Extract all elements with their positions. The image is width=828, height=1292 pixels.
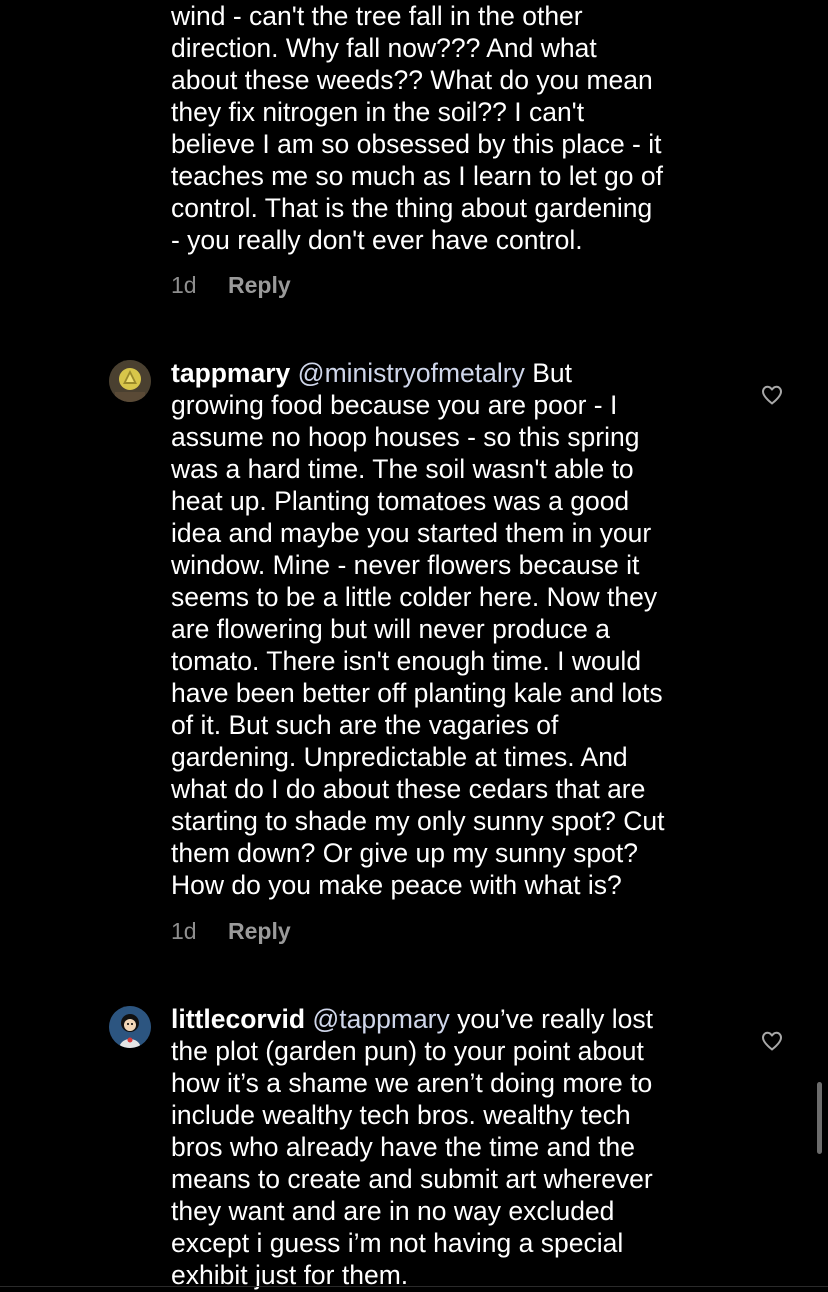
comment-line: window. Mine - never flowers because it: [171, 550, 640, 580]
comment-line: means to create and submit art wherever: [171, 1164, 653, 1194]
comment-line: include wealthy tech bros. wealthy tech: [171, 1100, 631, 1130]
comment-line: what do I do about these cedars that are: [171, 774, 646, 804]
comment-line: are flowering but will never produce a: [171, 614, 610, 644]
comment-line: gardening. Unpredictable at times. And: [171, 742, 628, 772]
comment-line: control. That is the thing about gardeni…: [171, 193, 653, 223]
like-button[interactable]: [760, 1029, 784, 1053]
comment-line: - you really don't ever have control.: [171, 225, 583, 255]
comment-line: bros who already have the time and the: [171, 1132, 636, 1162]
comment-username[interactable]: tappmary: [171, 358, 290, 388]
avatar[interactable]: [109, 360, 151, 402]
comment-line: them down? Or give up my sunny spot?: [171, 838, 638, 868]
like-button[interactable]: [760, 383, 784, 407]
comment-meta: 1d Reply: [171, 272, 291, 299]
comment-text: wind - can't the tree fall in the other …: [171, 0, 731, 256]
comment-line: tomato. There isn't enough time. I would: [171, 646, 642, 676]
comment-first-line: tappmary @ministryofmetalry But: [171, 357, 731, 389]
comment-line: believe I am so obsessed by this place -…: [171, 129, 662, 159]
comment-line: the plot (garden pun) to your point abou…: [171, 1036, 644, 1066]
comment-timestamp: 1d: [171, 918, 197, 944]
comment-line: have been better off planting kale and l…: [171, 678, 663, 708]
comment-line: wind - can't the tree fall in the other: [171, 1, 583, 31]
comment-line: direction. Why fall now??? And what: [171, 33, 597, 63]
scrollbar[interactable]: [817, 1082, 822, 1154]
comment-line: except i guess i’m not having a special: [171, 1228, 624, 1258]
comment-line: seems to be a little colder here. Now th…: [171, 582, 658, 612]
comment-line: teaches me so much as I learn to let go …: [171, 161, 663, 191]
comment-line: growing food because you are poor - I: [171, 390, 618, 420]
comment-text: littlecorvid @tappmary you’ve really los…: [171, 1003, 731, 1291]
comment-first-line-text: But: [524, 358, 572, 388]
comment-timestamp: 1d: [171, 272, 197, 298]
comment-meta: 1d Reply: [171, 918, 291, 945]
comment-first-line: littlecorvid @tappmary you’ve really los…: [171, 1003, 731, 1035]
reply-button[interactable]: Reply: [228, 272, 291, 299]
reply-button[interactable]: Reply: [228, 918, 291, 945]
comment-first-line-text: you’ve really lost: [449, 1004, 654, 1034]
comment-text: tappmary @ministryofmetalry But growing …: [171, 357, 731, 901]
comment-line: idea and maybe you started them in your: [171, 518, 652, 548]
comment-line: how it’s a shame we aren’t doing more to: [171, 1068, 653, 1098]
comment-line: they want and are in no way excluded: [171, 1196, 615, 1226]
avatar-image: [109, 1006, 151, 1048]
divider: [0, 1286, 828, 1287]
comment-username[interactable]: littlecorvid: [171, 1004, 305, 1034]
heart-outline-icon: [762, 385, 782, 405]
mention-link[interactable]: @ministryofmetalry: [298, 358, 525, 388]
heart-outline-icon: [762, 1031, 782, 1051]
comment-line: How do you make peace with what is?: [171, 870, 622, 900]
comment-line: starting to shade my only sunny spot? Cu…: [171, 806, 665, 836]
avatar-image: [109, 360, 151, 402]
comment-line: heat up. Planting tomatoes was a good: [171, 486, 630, 516]
comment-line: they fix nitrogen in the soil?? I can't: [171, 97, 585, 127]
comment-line: about these weeds?? What do you mean: [171, 65, 653, 95]
avatar[interactable]: [109, 1006, 151, 1048]
comment-line: assume no hoop houses - so this spring: [171, 422, 640, 452]
comment-line: was a hard time. The soil wasn't able to: [171, 454, 634, 484]
mention-link[interactable]: @tappmary: [312, 1004, 449, 1034]
comment-line: of it. But such are the vagaries of: [171, 710, 559, 740]
